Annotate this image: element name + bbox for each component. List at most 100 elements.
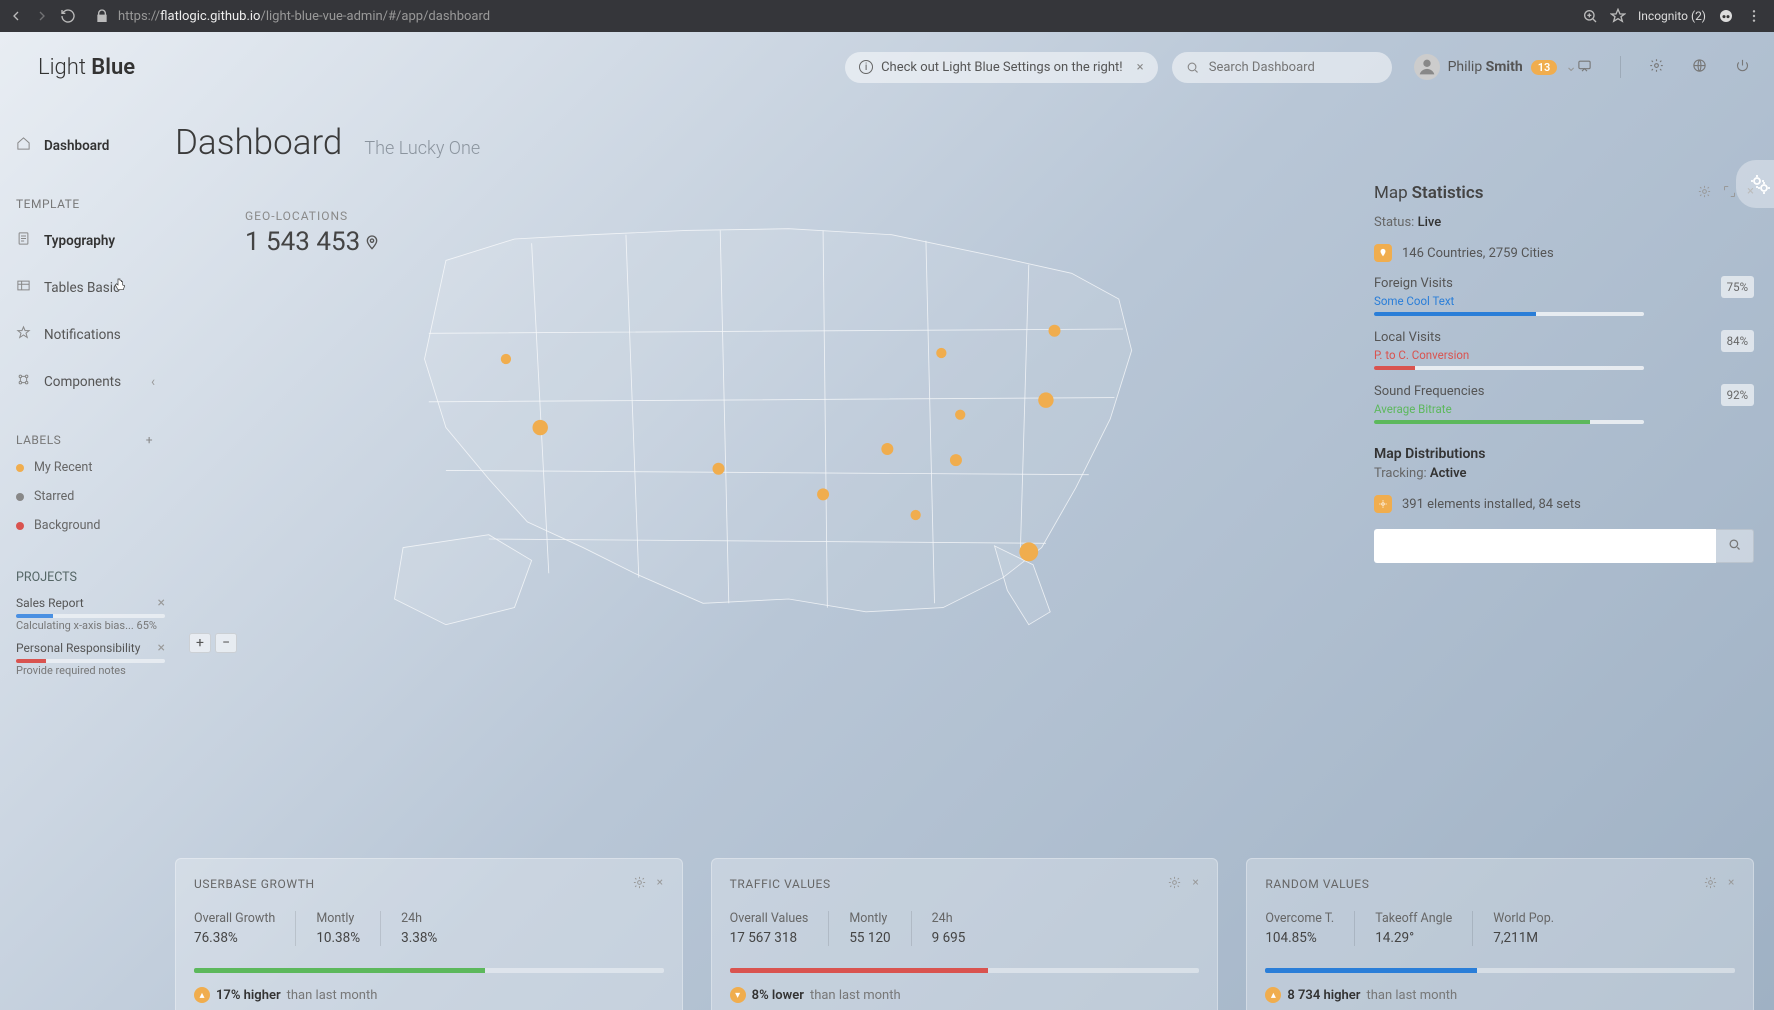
map-widget: GEO-LOCATIONS 1 543 453 + − MapStatistic… [175, 179, 1754, 659]
map-search-input[interactable] [1374, 529, 1716, 563]
expand-icon[interactable] [1722, 184, 1737, 203]
chevron-left-icon: ‹ [151, 374, 155, 390]
app: Light Blue i Check out Light Blue Settin… [0, 32, 1774, 1010]
zoom-icon[interactable] [1582, 8, 1598, 24]
gear-icon[interactable] [1649, 58, 1664, 77]
sidebar-item-tables[interactable]: Tables Basic [16, 264, 165, 311]
card-stat: Overall Values17 567 318 [730, 911, 830, 946]
card-1: TRAFFIC VALUES × Overall Values17 567 31… [711, 858, 1219, 1010]
back-icon[interactable] [8, 8, 24, 24]
zoom-in-button[interactable]: + [189, 633, 211, 653]
topbar: Light Blue i Check out Light Blue Settin… [0, 32, 1774, 102]
gear-icon[interactable] [1167, 875, 1182, 893]
sidebar-item-label: Typography [44, 233, 115, 249]
reload-icon[interactable] [60, 8, 76, 24]
dot-icon [16, 464, 24, 472]
card-stat: 24h3.38% [401, 911, 457, 946]
card-2: RANDOM VALUES × Overcome T.104.85% Takeof… [1246, 858, 1754, 1010]
sidebar-item-components[interactable]: Components ‹ [16, 358, 165, 405]
gear-icon[interactable] [1703, 875, 1718, 893]
search-icon [1186, 60, 1199, 75]
stat-foreign: Foreign Visits 75% Some Cool Text [1374, 276, 1754, 316]
sidebar-header-projects: PROJECTS [16, 570, 165, 585]
stat-local: Local Visits 84% P. to C. Conversion [1374, 330, 1754, 370]
components-icon [16, 372, 32, 391]
menu-icon[interactable] [1746, 8, 1762, 24]
card-title: TRAFFIC VALUES [730, 877, 831, 891]
trend-icon: ▴ [1265, 987, 1281, 1003]
close-icon[interactable]: × [1728, 875, 1735, 893]
close-icon[interactable]: × [158, 640, 165, 656]
user-name: Philip Smith [1448, 59, 1523, 75]
pin-chip-icon [1374, 244, 1392, 262]
card-stat: Overcome T.104.85% [1265, 911, 1355, 946]
map-search [1374, 529, 1754, 563]
countries-row: 146 Countries, 2759 Cities [1374, 244, 1754, 262]
status-line: Status: Live [1374, 215, 1754, 230]
card-title: RANDOM VALUES [1265, 877, 1369, 891]
label-background[interactable]: Background [16, 511, 165, 540]
card-stat: Overall Growth76.38% [194, 911, 296, 946]
close-icon[interactable]: × [1192, 875, 1199, 893]
project-personal[interactable]: Personal Responsibility× Provide require… [16, 640, 165, 677]
sidebar-item-notifications[interactable]: Notifications [16, 311, 165, 358]
label-starred[interactable]: Starred [16, 482, 165, 511]
info-icon: i [859, 60, 873, 74]
user-menu[interactable]: Philip Smith 13 ⌄ [1414, 54, 1577, 80]
close-icon[interactable]: × [1137, 60, 1144, 75]
close-icon[interactable]: × [657, 875, 664, 893]
map-statistics-panel: MapStatistics × Status: Live 146 Countri… [1374, 179, 1754, 563]
home-icon [16, 136, 32, 155]
gear-icon[interactable] [632, 875, 647, 893]
search-input[interactable] [1172, 52, 1392, 83]
card-0: USERBASE GROWTH × Overall Growth76.38%Mo… [175, 858, 683, 1010]
sidebar-item-label: Dashboard [44, 138, 109, 154]
brand[interactable]: Light Blue [38, 55, 135, 80]
globe-icon[interactable] [1692, 58, 1707, 77]
add-label-button[interactable]: + [146, 433, 153, 447]
sidebar-item-label: Components [44, 374, 121, 390]
label-recent[interactable]: My Recent [16, 453, 165, 482]
sidebar-item-typography[interactable]: Typography [16, 217, 165, 264]
chat-icon[interactable] [1577, 58, 1592, 77]
trend-icon: ▾ [730, 987, 746, 1003]
sidebar-item-dashboard[interactable]: Dashboard [16, 122, 165, 169]
elements-row: 391 elements installed, 84 sets [1374, 495, 1754, 513]
map-zoom: + − [189, 633, 237, 653]
divider [1620, 56, 1621, 78]
page-title: Dashboard The Lucky One [175, 122, 1754, 163]
dot-icon [16, 493, 24, 501]
dot-icon [16, 522, 24, 530]
map-search-button[interactable] [1716, 529, 1754, 563]
card-title: USERBASE GROWTH [194, 877, 315, 891]
settings-alert-text: Check out Light Blue Settings on the rig… [881, 60, 1123, 75]
card-stat: World Pop.7,211M [1493, 911, 1574, 946]
notification-badge: 13 [1531, 60, 1558, 75]
power-icon[interactable] [1735, 58, 1750, 77]
card-trend: ▴17% higher than last month [194, 987, 664, 1003]
settings-toggle[interactable] [1736, 160, 1774, 208]
file-icon [16, 231, 32, 250]
incognito-icon[interactable] [1718, 8, 1734, 24]
project-sales[interactable]: Sales Report× Calculating x-axis bias...… [16, 595, 165, 632]
stat-sound: Sound Frequencies 92% Average Bitrate [1374, 384, 1754, 424]
card-trend: ▾8% lower than last month [730, 987, 1200, 1003]
forward-icon[interactable] [34, 8, 50, 24]
star-outline-icon [16, 325, 32, 344]
trend-icon: ▴ [194, 987, 210, 1003]
star-icon[interactable] [1610, 8, 1626, 24]
card-stat: Montly55 120 [849, 911, 911, 946]
chevron-down-icon: ⌄ [1565, 59, 1577, 75]
gear-icon[interactable] [1697, 184, 1712, 203]
sidebar: Dashboard TEMPLATE Typography Tables Bas… [0, 122, 165, 685]
map-distributions-title: Map Distributions [1374, 446, 1754, 462]
card-trend: ▴8 734 higher than last month [1265, 987, 1735, 1003]
search-field[interactable] [1209, 60, 1378, 75]
sidebar-item-label: Notifications [44, 327, 121, 343]
zoom-out-button[interactable]: − [215, 633, 237, 653]
close-icon[interactable]: × [158, 595, 165, 611]
card-stat: Takeoff Angle14.29° [1375, 911, 1473, 946]
sidebar-item-label: Tables Basic [44, 280, 120, 296]
url[interactable]: https://flatlogic.github.io/light-blue-v… [118, 9, 490, 24]
geo-value: 1 543 453 [245, 227, 380, 257]
